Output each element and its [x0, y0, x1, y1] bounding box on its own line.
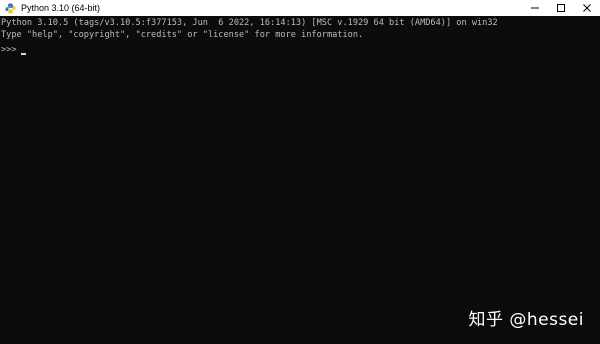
python-icon[interactable]	[4, 2, 16, 14]
python-console-window: Python 3.10 (64-bit) Python 3.10.5 (tags…	[0, 0, 600, 344]
console-output[interactable]: Python 3.10.5 (tags/v3.10.5:f377153, Jun…	[0, 16, 600, 344]
window-controls	[522, 0, 600, 16]
watermark: 知乎 @hessei	[468, 310, 584, 330]
minimize-button[interactable]	[522, 0, 548, 16]
window-title: Python 3.10 (64-bit)	[21, 3, 101, 13]
maximize-icon	[557, 4, 565, 12]
minimize-icon	[531, 7, 539, 9]
version-banner-line: Python 3.10.5 (tags/v3.10.5:f377153, Jun…	[1, 18, 498, 28]
title-bar[interactable]: Python 3.10 (64-bit)	[0, 0, 600, 16]
maximize-button[interactable]	[548, 0, 574, 16]
python-prompt: >>>	[1, 45, 17, 55]
prompt-row[interactable]: >>>	[1, 45, 26, 56]
close-icon	[583, 4, 591, 12]
close-button[interactable]	[574, 0, 600, 16]
help-hint-line: Type "help", "copyright", "credits" or "…	[1, 30, 364, 40]
text-cursor	[20, 53, 26, 55]
